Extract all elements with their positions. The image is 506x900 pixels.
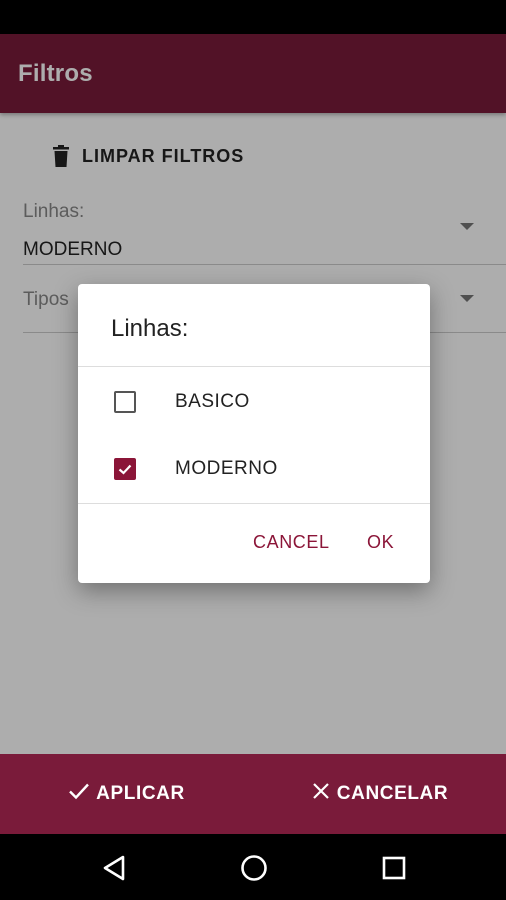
option-label: MODERNO (175, 458, 278, 479)
recent-apps-icon[interactable] (382, 856, 406, 885)
divider (78, 366, 430, 367)
dialog-actions: CANCEL OK (78, 524, 430, 564)
option-label: BASICO (175, 391, 250, 412)
dialog-ok-button[interactable]: OK (367, 532, 394, 553)
bottom-action-bar: APLICAR CANCELAR (0, 754, 506, 834)
dialog-cancel-button[interactable]: CANCEL (253, 532, 330, 553)
back-icon[interactable] (101, 854, 127, 887)
system-nav-bar (0, 834, 506, 900)
option-moderno[interactable]: MODERNO (78, 439, 430, 499)
apply-label: APLICAR (96, 783, 185, 804)
checkbox-checked[interactable] (114, 458, 136, 480)
option-basico[interactable]: BASICO (78, 372, 430, 432)
lines-dialog: Linhas: BASICO MODERNO CANCEL OK (78, 284, 430, 583)
home-icon[interactable] (240, 854, 268, 887)
divider (78, 503, 430, 504)
close-icon (311, 781, 331, 807)
checkbox-unchecked[interactable] (114, 391, 136, 413)
check-icon (118, 464, 132, 475)
cancel-filters-button[interactable]: CANCELAR (253, 754, 506, 834)
apply-button[interactable]: APLICAR (0, 754, 253, 834)
check-icon (68, 781, 90, 807)
cancel-filters-label: CANCELAR (336, 783, 449, 804)
status-bar (0, 0, 506, 34)
dialog-title: Linhas: (111, 315, 189, 342)
